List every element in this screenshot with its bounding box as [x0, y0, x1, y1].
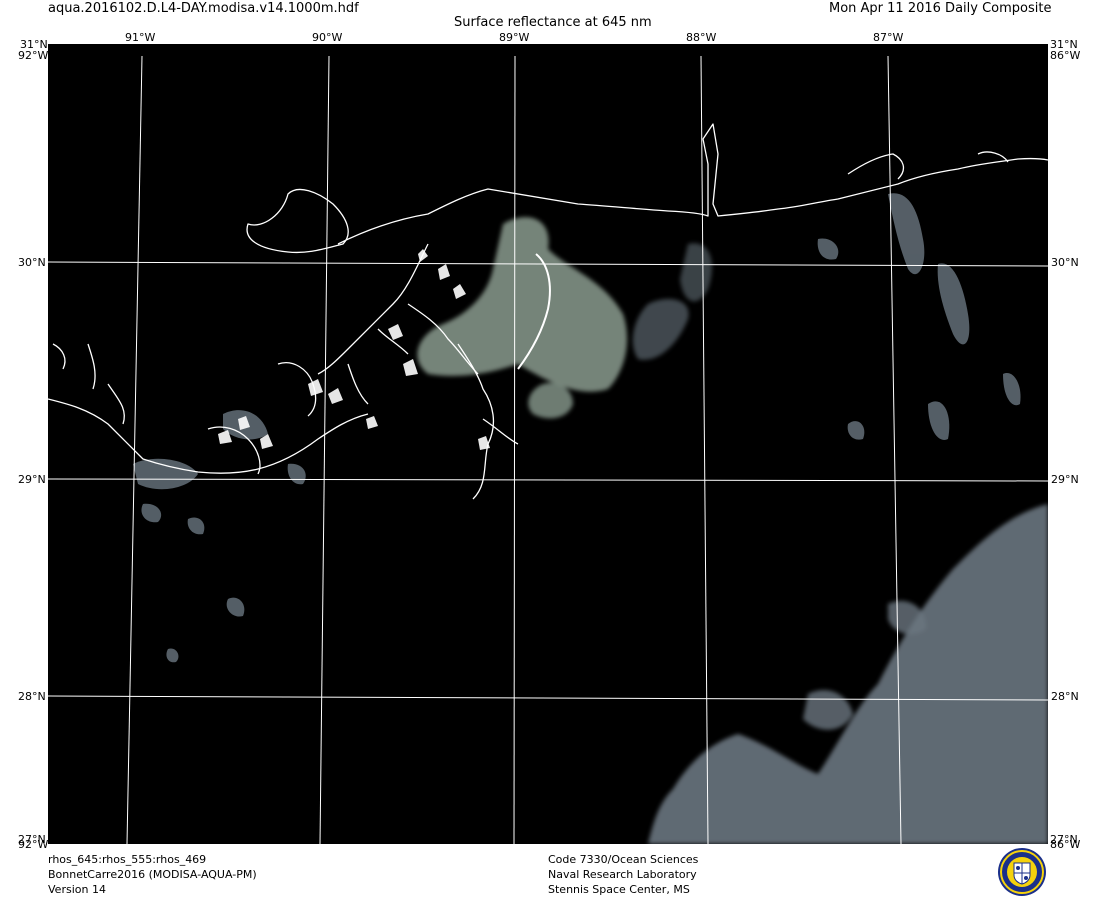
map-title: Surface reflectance at 645 nm	[454, 15, 652, 30]
lat-label-28n-right: 28°N	[1051, 690, 1079, 703]
lon-label-89w: 89°W	[499, 31, 530, 44]
nrl-seal-icon	[998, 848, 1046, 896]
lon-label-88w: 88°W	[686, 31, 717, 44]
filename-label: aqua.2016102.D.L4-DAY.modisa.v14.1000m.h…	[48, 1, 359, 16]
corner-top-left-lon: 92°W	[18, 49, 49, 62]
lat-label-29n-left: 29°N	[18, 473, 46, 486]
lon-label-91w: 91°W	[125, 31, 156, 44]
corner-top-right-lon: 86°W	[1050, 49, 1081, 62]
satellite-map[interactable]	[48, 44, 1048, 844]
lat-label-29n-right: 29°N	[1051, 473, 1079, 486]
footer-location-label: Stennis Space Center, MS	[548, 883, 690, 896]
composite-date-label: Mon Apr 11 2016 Daily Composite	[829, 1, 1052, 16]
lat-label-28n-left: 28°N	[18, 690, 46, 703]
footer-product-label: BonnetCarre2016 (MODISA-AQUA-PM)	[48, 868, 257, 881]
footer-version-label: Version 14	[48, 883, 106, 896]
lat-label-30n-left: 30°N	[18, 256, 46, 269]
corner-bottom-right-lon: 86°W	[1050, 838, 1081, 851]
footer-lab-label: Naval Research Laboratory	[548, 868, 697, 881]
lon-label-87w: 87°W	[873, 31, 904, 44]
lat-label-30n-right: 30°N	[1051, 256, 1079, 269]
lon-label-90w: 90°W	[312, 31, 343, 44]
footer-code-label: Code 7330/Ocean Sciences	[548, 853, 699, 866]
corner-bottom-left-lon: 92°W	[18, 838, 49, 851]
footer-bands-label: rhos_645:rhos_555:rhos_469	[48, 853, 207, 866]
